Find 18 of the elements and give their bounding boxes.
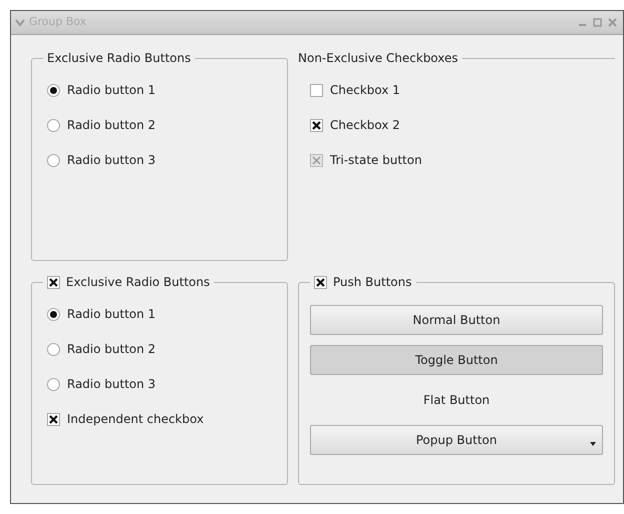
group-title: Exclusive Radio Buttons bbox=[66, 274, 210, 291]
group-title: Exclusive Radio Buttons bbox=[47, 50, 191, 67]
group-title: Push Buttons bbox=[333, 274, 412, 291]
option-label: Radio button 2 bbox=[67, 341, 156, 358]
toggle-button[interactable]: Toggle Button bbox=[310, 345, 603, 375]
option-label: Radio button 3 bbox=[67, 152, 156, 169]
push-button[interactable]: Normal Button bbox=[310, 305, 603, 335]
flat-button[interactable]: Flat Button bbox=[310, 385, 603, 415]
option-label: Radio button 3 bbox=[67, 376, 156, 393]
popup-button[interactable]: Popup Button bbox=[310, 425, 603, 455]
option-label: Radio button 2 bbox=[67, 117, 156, 134]
option-label: Tri-state button bbox=[330, 152, 422, 169]
option-label: Independent checkbox bbox=[67, 411, 204, 428]
option-label: Checkbox 1 bbox=[330, 82, 400, 99]
option-label: Checkbox 2 bbox=[330, 117, 400, 134]
group-title: Non-Exclusive Checkboxes bbox=[298, 50, 458, 67]
option-label: Radio button 1 bbox=[67, 82, 156, 99]
option-label: Radio button 1 bbox=[67, 306, 156, 323]
